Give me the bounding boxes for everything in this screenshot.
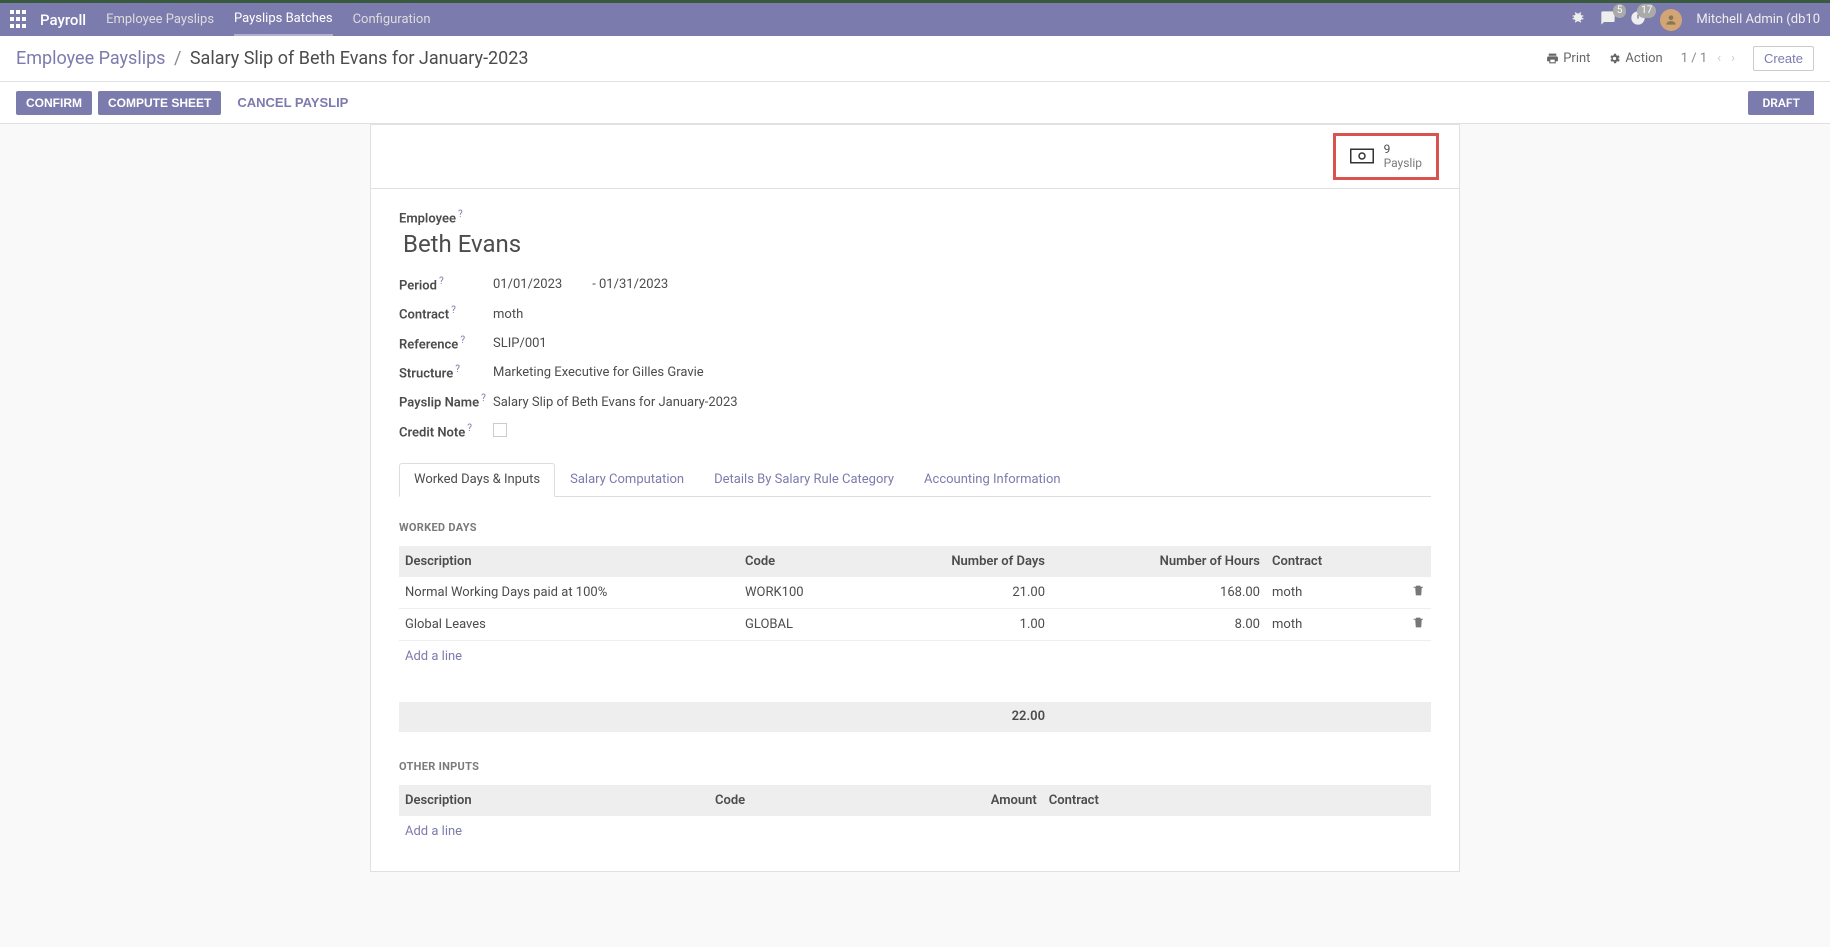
table-row[interactable]: Global Leaves GLOBAL 1.00 8.00 moth	[399, 608, 1431, 640]
col-contract: Contract	[1266, 546, 1401, 577]
other-inputs-table: Description Code Amount Contract Add a l…	[399, 785, 1431, 847]
tab-details-by-rule[interactable]: Details By Salary Rule Category	[699, 463, 909, 496]
table-row[interactable]: Normal Working Days paid at 100% WORK100…	[399, 577, 1431, 609]
payslip-name-label: Payslip Name	[399, 396, 479, 411]
status-draft: DRAFT	[1748, 91, 1814, 115]
credit-note-label: Credit Note	[399, 425, 465, 440]
apps-icon[interactable]	[10, 10, 30, 30]
col-amount: Amount	[973, 785, 1043, 816]
payslip-name-value[interactable]: Salary Slip of Beth Evans for January-20…	[493, 395, 738, 410]
stat-label: Payslip	[1384, 156, 1422, 170]
user-name[interactable]: Mitchell Admin (db10	[1696, 12, 1820, 27]
pager: 1 / 1 ‹ ›	[1681, 51, 1735, 66]
help-mark[interactable]: ?	[460, 335, 465, 346]
col-hours: Number of Hours	[1051, 546, 1266, 577]
delete-row-icon[interactable]	[1412, 618, 1425, 633]
messages-badge: 5	[1613, 4, 1627, 18]
compute-sheet-button[interactable]: COMPUTE SHEET	[98, 91, 221, 115]
col-contract: Contract	[1043, 785, 1431, 816]
breadcrumb-parent[interactable]: Employee Payslips	[16, 48, 165, 69]
activities-badge: 17	[1637, 4, 1656, 18]
help-mark[interactable]: ?	[467, 423, 472, 434]
action-button[interactable]: Action	[1608, 51, 1662, 66]
form-body: Employee? Beth Evans Period? 01/01/2023 …	[371, 189, 1459, 463]
form-sheet: 9 Payslip Employee? Beth Evans Period? 0…	[370, 124, 1460, 872]
breadcrumb-sep: /	[174, 48, 181, 69]
control-bar: Employee Payslips / Salary Slip of Beth …	[0, 36, 1830, 82]
col-desc: Description	[399, 785, 709, 816]
debug-icon[interactable]	[1570, 10, 1586, 30]
credit-note-checkbox[interactable]	[493, 423, 507, 437]
add-line-worked[interactable]: Add a line	[399, 641, 1431, 672]
totals-row: 22.00	[399, 702, 1431, 732]
help-mark[interactable]: ?	[455, 364, 460, 375]
confirm-button[interactable]: CONFIRM	[16, 91, 92, 115]
gear-icon	[1608, 52, 1621, 65]
tab-accounting-info[interactable]: Accounting Information	[909, 463, 1076, 496]
period-label: Period	[399, 278, 437, 293]
money-icon	[1350, 148, 1374, 164]
col-days: Number of Days	[841, 546, 1051, 577]
print-button[interactable]: Print	[1546, 51, 1590, 66]
breadcrumb-current: Salary Slip of Beth Evans for January-20…	[190, 48, 529, 69]
content-wrap: 9 Payslip Employee? Beth Evans Period? 0…	[0, 124, 1830, 912]
help-mark[interactable]: ?	[439, 276, 444, 287]
cancel-payslip-button[interactable]: CANCEL PAYSLIP	[227, 90, 358, 115]
col-code: Code	[709, 785, 973, 816]
action-row: CONFIRM COMPUTE SHEET CANCEL PAYSLIP DRA…	[0, 82, 1830, 124]
activities-icon[interactable]: 17	[1630, 10, 1646, 30]
tab-salary-computation[interactable]: Salary Computation	[555, 463, 699, 496]
print-icon	[1546, 52, 1559, 65]
nav-item-configuration[interactable]: Configuration	[353, 4, 431, 35]
structure-value[interactable]: Marketing Executive for Gilles Gravie	[493, 365, 704, 380]
tab-worked-days[interactable]: Worked Days & Inputs	[399, 463, 555, 497]
tabs: Worked Days & Inputs Salary Computation …	[399, 463, 1431, 497]
pager-prev[interactable]: ‹	[1717, 51, 1721, 66]
structure-label: Structure	[399, 366, 453, 381]
reference-value[interactable]: SLIP/001	[493, 336, 547, 351]
col-desc: Description	[399, 546, 739, 577]
col-code: Code	[739, 546, 841, 577]
contract-label: Contract	[399, 308, 449, 323]
top-nav: Payroll Employee Payslips Payslips Batch…	[0, 0, 1830, 36]
nav-item-payslips-batches[interactable]: Payslips Batches	[234, 3, 333, 36]
help-mark[interactable]: ?	[451, 305, 456, 316]
total-days: 22.00	[841, 702, 1051, 732]
stat-count: 9	[1384, 142, 1422, 156]
avatar[interactable]	[1660, 9, 1682, 31]
period-from[interactable]: 01/01/2023	[493, 277, 562, 292]
app-name: Payroll	[40, 11, 86, 29]
create-button[interactable]: Create	[1753, 46, 1814, 71]
stat-button-row: 9 Payslip	[371, 125, 1459, 189]
messages-icon[interactable]: 5	[1600, 10, 1616, 30]
worked-days-title: WORKED DAYS	[399, 521, 1431, 534]
tab-content: WORKED DAYS Description Code Number of D…	[371, 497, 1459, 871]
pager-text: 1 / 1	[1681, 51, 1707, 66]
reference-label: Reference	[399, 337, 458, 352]
pager-next[interactable]: ›	[1731, 51, 1735, 66]
delete-row-icon[interactable]	[1412, 586, 1425, 601]
help-mark[interactable]: ?	[481, 393, 486, 404]
payslip-stat-button[interactable]: 9 Payslip	[1333, 133, 1439, 180]
period-to[interactable]: - 01/31/2023	[592, 277, 668, 292]
employee-name[interactable]: Beth Evans	[403, 230, 1431, 258]
other-inputs-title: OTHER INPUTS	[399, 760, 1431, 773]
breadcrumb: Employee Payslips / Salary Slip of Beth …	[16, 48, 529, 69]
nav-item-employee-payslips[interactable]: Employee Payslips	[106, 4, 214, 35]
add-line-inputs[interactable]: Add a line	[399, 816, 1431, 847]
help-mark[interactable]: ?	[458, 209, 463, 220]
worked-days-table: Description Code Number of Days Number o…	[399, 546, 1431, 732]
contract-value[interactable]: moth	[493, 307, 523, 322]
employee-label: Employee	[399, 211, 456, 226]
